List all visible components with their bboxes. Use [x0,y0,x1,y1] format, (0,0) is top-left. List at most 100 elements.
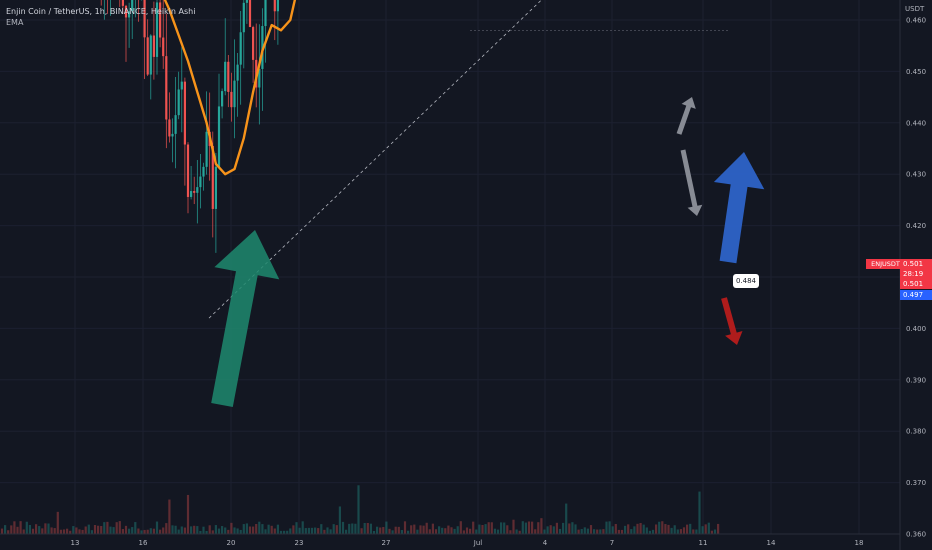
price-callout[interactable]: 0.484 [733,274,759,288]
volume-bar [651,529,655,534]
volume-bar [326,527,329,534]
volume-bar [431,523,434,534]
price-tick-label: 0.430 [906,171,926,179]
candle-body [190,191,193,197]
volume-bar [56,511,59,534]
volume-bar [214,525,217,534]
candle-body [248,0,252,28]
volume-bar [53,528,56,534]
last-price-tag: 0.501 [900,259,932,269]
candle-body [146,37,149,75]
time-tick-label: 13 [71,539,80,547]
candle-body [152,35,155,57]
volume-bar [580,529,583,534]
volume-bar [357,485,360,534]
candle-body [239,32,242,65]
volume-bar [345,529,348,534]
volume-bar [655,524,658,534]
time-tick-label: 4 [543,539,548,547]
volume-bar [583,527,586,534]
volume-bar [258,521,261,534]
indicator-label[interactable]: EMA [6,17,195,28]
volume-bar [106,521,109,534]
volume-bar [642,524,645,534]
volume-bar [31,528,35,534]
candle-body [186,144,190,197]
volume-bar [115,522,118,534]
volume-bar [261,524,264,534]
volume-bar [162,527,165,534]
volume-bar [447,525,450,534]
volume-bar [217,528,221,534]
volume-bar [363,523,366,534]
volume-bar [335,525,338,534]
time-tick-label: 16 [139,539,148,547]
volume-bar [496,529,500,534]
volume-bar [500,522,503,534]
volume-bar [574,524,577,534]
time-tick-label: 7 [610,539,614,547]
volume-bar [379,527,382,534]
volume-bar [168,499,171,534]
volume-bar [348,523,351,534]
volume-bar [713,529,717,534]
volume-bar [351,523,354,534]
volume-bar [100,526,103,534]
volume-bar [509,530,512,534]
volume-bar [186,494,190,534]
volume-bar [376,526,379,534]
volume-bar [338,506,341,534]
volume-bar [87,524,90,534]
volume-bar [472,521,475,534]
volume-bar [159,529,162,534]
volume-bar [391,530,394,534]
volume-bar [382,527,385,534]
volume-bar [645,527,648,534]
volume-bar [534,529,537,534]
volume-bar [515,529,518,534]
volume-bar [689,523,692,534]
volume-bar [295,522,298,534]
price-tick-label: 0.390 [906,376,926,384]
volume-bar [109,526,112,534]
volume-bar [273,528,276,534]
volume-bar [465,527,469,534]
price-tick-label: 0.360 [906,531,926,539]
candle-body [236,64,239,81]
volume-bar [13,521,16,534]
candle-body [183,81,186,145]
volume-bar [630,529,633,534]
volume-bar [180,526,183,534]
volume-bar [66,528,69,534]
chart-canvas[interactable]: 0.6300.6200.6100.6000.5900.5800.5700.560… [0,0,932,550]
volume-bar [93,524,97,534]
candle-body [171,133,174,137]
volume-bar [506,525,509,534]
volume-bar [611,526,614,534]
volume-bar [4,525,7,534]
volume-bar [676,529,679,534]
volume-bar [670,527,673,534]
currency-label: USDT [905,5,925,13]
volume-bar [558,528,562,534]
volume-bar [704,524,707,534]
volume-bar [469,528,472,534]
volume-bar [493,528,496,534]
volume-bar [410,525,413,534]
volume-bar [264,529,267,534]
volume-bar [369,523,372,534]
volume-bar [555,522,558,534]
volume-bar [81,529,84,534]
volume-bar [90,530,93,534]
candle-body [174,115,177,134]
volume-bar [512,519,515,534]
volume-bar [190,526,193,534]
volume-bar [568,523,571,534]
volume-bar [360,528,363,534]
candle-body [205,131,208,167]
candle-body [245,0,248,3]
volume-bar [267,524,270,534]
volume-bar [174,525,177,534]
volume-bar [28,524,31,534]
volume-bar [165,523,168,534]
